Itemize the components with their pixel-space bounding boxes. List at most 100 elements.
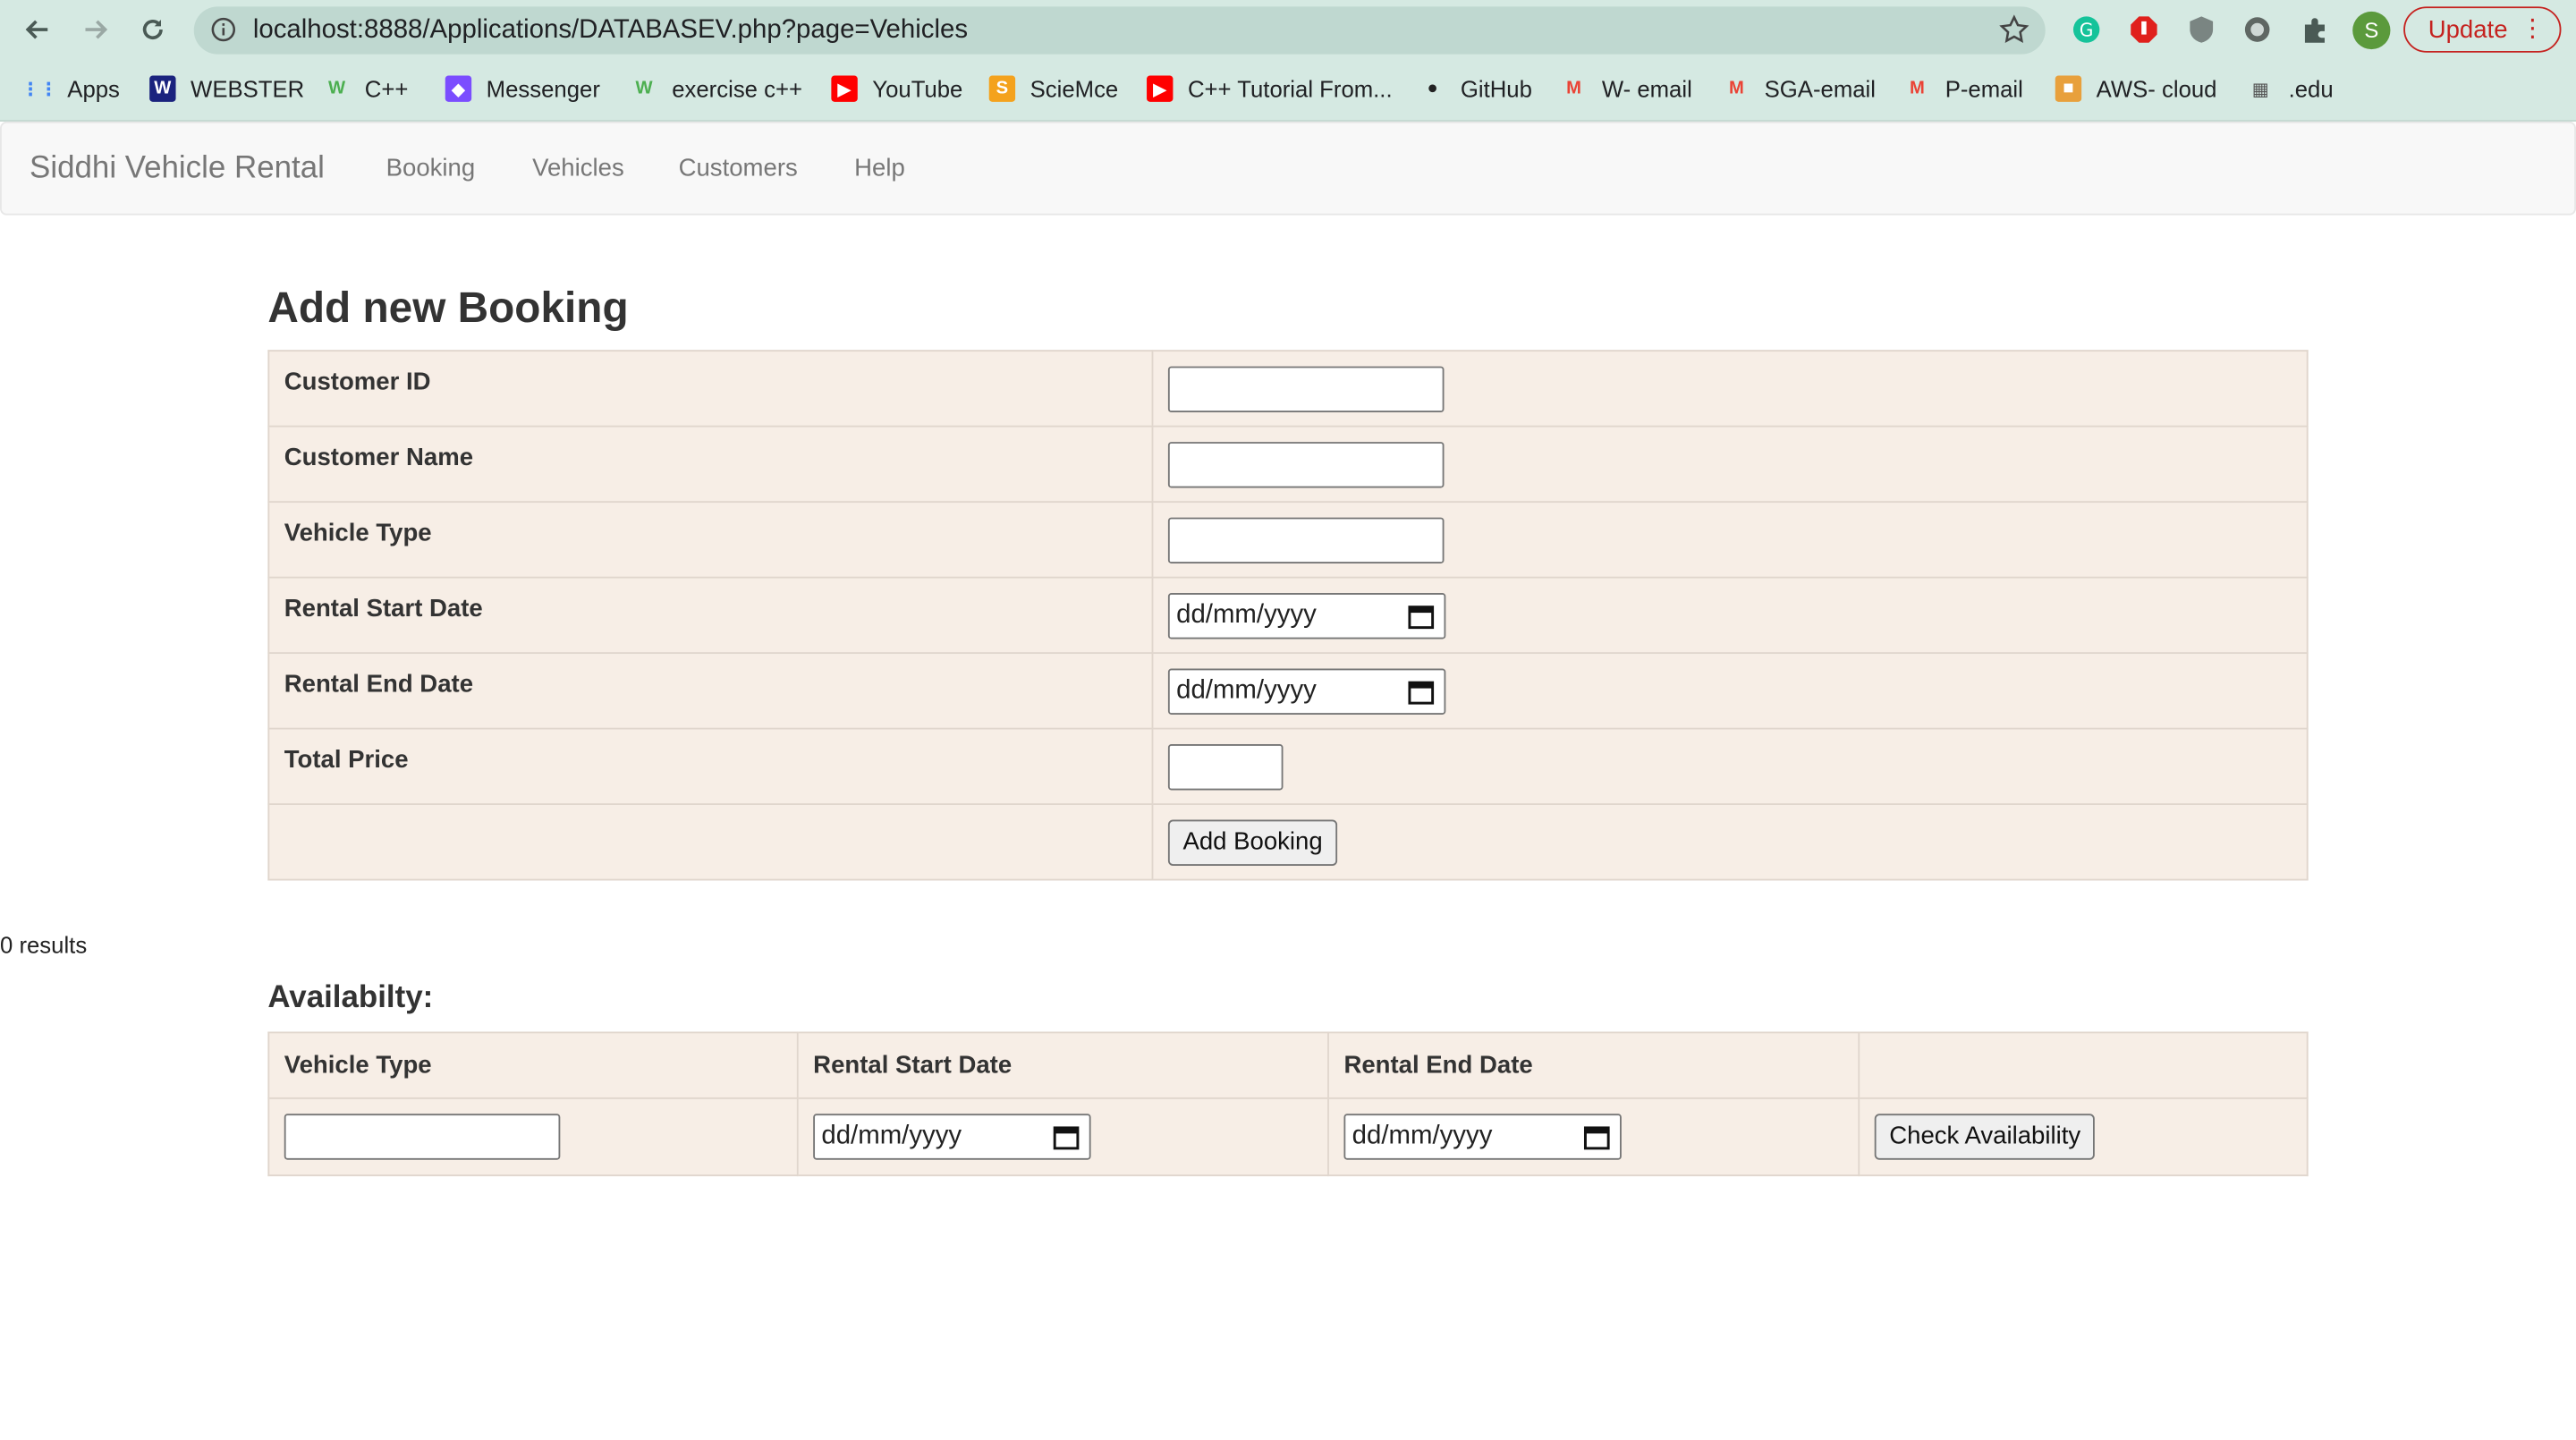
form-row: Customer ID	[267, 350, 2309, 428]
customer-name-label: Customer Name	[267, 425, 1154, 504]
bookmark-item[interactable]: S ScieMce	[988, 75, 1119, 102]
bookmark-item[interactable]: ■ AWS- cloud	[2055, 75, 2217, 102]
rental-end-date-input[interactable]: dd/mm/yyyy	[1167, 668, 1446, 715]
availability-end-date-input[interactable]: dd/mm/yyyy	[1343, 1114, 1622, 1160]
app-brand[interactable]: Siddhi Vehicle Rental	[30, 151, 325, 187]
calendar-icon[interactable]	[1583, 1123, 1610, 1150]
w3-icon: W	[635, 79, 653, 99]
rental-start-date-header: Rental Start Date	[796, 1031, 1329, 1099]
availability-input-row: dd/mm/yyyy dd/mm/yyyy Check Availability	[267, 1097, 2309, 1177]
nav-booking[interactable]: Booking	[386, 155, 476, 182]
bookmark-label: C++ Tutorial From...	[1187, 75, 1393, 102]
vehicle-type-input[interactable]	[1167, 517, 1445, 564]
bookmark-label: ScieMce	[1030, 75, 1119, 102]
bookmark-label: AWS- cloud	[2096, 75, 2217, 102]
shield-icon[interactable]	[2185, 13, 2218, 47]
rental-end-date-header: Rental End Date	[1327, 1031, 1860, 1099]
bookmark-item[interactable]: W WEBSTER	[149, 75, 305, 102]
bookmark-item[interactable]: ◆ Messenger	[445, 75, 600, 102]
grammarly-icon[interactable]: G	[2070, 13, 2103, 47]
bookmark-item[interactable]: ▦ .edu	[2248, 75, 2334, 101]
date-placeholder: dd/mm/yyyy	[821, 1122, 962, 1150]
gmail-icon: M	[1728, 79, 1744, 99]
reload-icon[interactable]	[133, 10, 173, 49]
bookmark-item[interactable]: M P-email	[1904, 75, 2023, 101]
availability-vehicle-type-input[interactable]	[284, 1114, 561, 1160]
booking-form-table: Customer ID Customer Name Vehicle Type R…	[267, 350, 2309, 881]
customer-id-input[interactable]	[1167, 366, 1445, 413]
svg-text:G: G	[2080, 19, 2094, 40]
address-bar[interactable]: localhost:8888/Applications/DATABASEV.ph…	[193, 6, 2046, 55]
back-arrow-icon[interactable]	[18, 10, 57, 49]
bookmark-label: WEBSTER	[191, 75, 305, 102]
webster-icon: W	[149, 75, 176, 102]
form-row: Vehicle Type	[267, 501, 2309, 579]
nav-help[interactable]: Help	[854, 155, 905, 182]
address-url[interactable]: localhost:8888/Applications/DATABASEV.ph…	[253, 16, 968, 46]
customer-name-input[interactable]	[1167, 442, 1445, 488]
profile-avatar[interactable]: S	[2352, 11, 2391, 50]
calendar-icon[interactable]	[1408, 679, 1435, 705]
app-navbar: Siddhi Vehicle Rental Booking Vehicles C…	[0, 121, 2576, 216]
youtube-icon: ▶	[831, 75, 858, 102]
customer-id-label: Customer ID	[267, 350, 1154, 428]
bookmark-item[interactable]: Wexercise c++	[631, 75, 802, 101]
bookmark-label: .edu	[2288, 75, 2334, 102]
form-row: Total Price	[267, 727, 2309, 806]
bookmark-label: Apps	[67, 75, 120, 102]
youtube-icon: ▶	[1147, 75, 1174, 102]
availability-header-row: Vehicle Type Rental Start Date Rental En…	[267, 1031, 2309, 1099]
puzzle-extensions-icon[interactable]	[2299, 13, 2332, 47]
update-button[interactable]: Update ⋮	[2403, 6, 2562, 53]
apps-grid-icon: ⋮⋮	[21, 80, 58, 100]
aws-box-icon: ■	[2055, 75, 2082, 102]
form-row: Add Booking	[267, 803, 2309, 881]
bookmark-item[interactable]: ● GitHub	[1419, 75, 1532, 101]
bookmark-item[interactable]: W C++	[324, 75, 409, 102]
calendar-icon[interactable]	[1408, 603, 1435, 630]
bookmark-label: C++	[364, 75, 409, 102]
availability-table: Vehicle Type Rental Start Date Rental En…	[267, 1031, 2309, 1177]
bookmark-item[interactable]: M SGA-email	[1724, 75, 1876, 101]
bookmark-star-icon[interactable]	[1999, 14, 2029, 45]
vehicle-type-label: Vehicle Type	[267, 501, 1154, 579]
nav-vehicles[interactable]: Vehicles	[532, 155, 624, 182]
gmail-icon: M	[1910, 79, 1925, 99]
bookmark-item[interactable]: ▶ YouTube	[831, 75, 962, 102]
adblock-icon[interactable]	[2128, 13, 2161, 47]
forward-arrow-icon[interactable]	[75, 10, 114, 49]
date-placeholder: dd/mm/yyyy	[1352, 1122, 1493, 1150]
bookmark-label: Messenger	[486, 75, 600, 102]
form-row: Customer Name	[267, 425, 2309, 504]
bookmark-item[interactable]: ⋮⋮ Apps	[21, 75, 120, 102]
empty-cell	[267, 803, 1154, 881]
bookmark-label: GitHub	[1460, 75, 1532, 102]
rental-start-date-label: Rental Start Date	[267, 576, 1154, 655]
availability-start-date-input[interactable]: dd/mm/yyyy	[813, 1114, 1091, 1160]
browser-toolbar: localhost:8888/Applications/DATABASEV.ph…	[0, 0, 2576, 61]
bookmark-label: P-email	[1945, 75, 2023, 102]
browser-chrome: localhost:8888/Applications/DATABASEV.ph…	[0, 0, 2576, 122]
rental-start-date-input[interactable]: dd/mm/yyyy	[1167, 593, 1446, 640]
nav-customers[interactable]: Customers	[679, 155, 798, 182]
date-placeholder: dd/mm/yyyy	[1176, 601, 1317, 630]
check-availability-button[interactable]: Check Availability	[1874, 1114, 2096, 1160]
page-title: Add new Booking	[267, 282, 629, 333]
results-count: 0 results	[0, 931, 88, 958]
bookmark-item[interactable]: ▶ C++ Tutorial From...	[1147, 75, 1393, 102]
site-info-icon[interactable]	[210, 16, 236, 42]
availability-title: Availabilty:	[267, 980, 434, 1016]
form-row: Rental End Date dd/mm/yyyy	[267, 652, 2309, 730]
add-booking-button[interactable]: Add Booking	[1167, 819, 1338, 866]
sciemce-icon: S	[988, 75, 1016, 102]
w3-icon: W	[327, 79, 346, 99]
github-icon: ●	[1427, 79, 1438, 99]
more-menu-icon[interactable]: ⋮	[2521, 15, 2546, 45]
circle-extension-icon[interactable]	[2241, 13, 2274, 47]
bookmark-item[interactable]: M W- email	[1561, 75, 1692, 101]
update-label: Update	[2428, 15, 2508, 44]
bookmark-label: exercise c++	[672, 75, 803, 102]
form-row: Rental Start Date dd/mm/yyyy	[267, 576, 2309, 655]
total-price-input[interactable]	[1167, 744, 1284, 791]
calendar-icon[interactable]	[1053, 1123, 1080, 1150]
